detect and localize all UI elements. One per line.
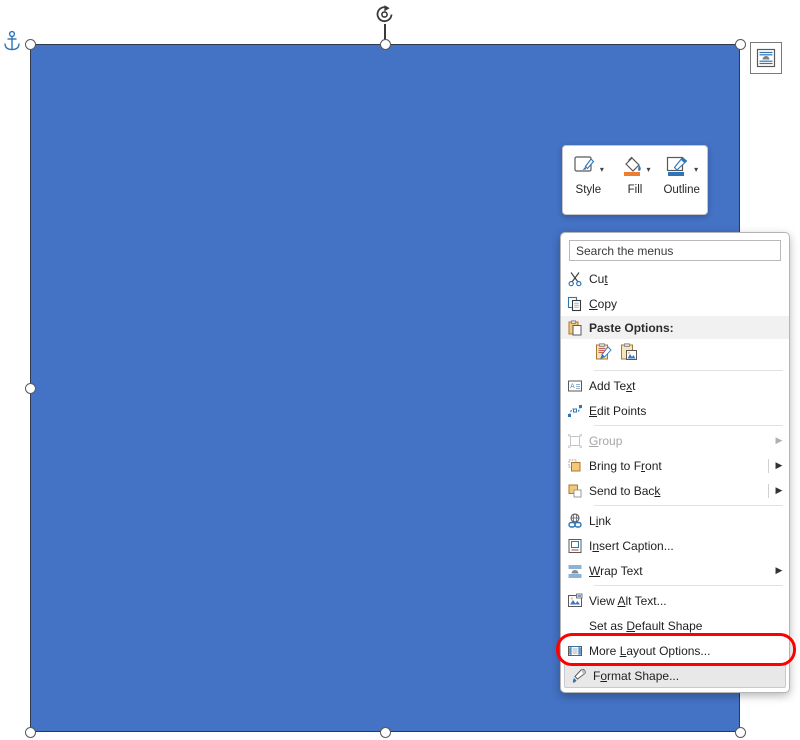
menu-item-wrap-text-label: Wrap Text [589, 563, 643, 578]
handle-middle-left[interactable] [24, 382, 36, 394]
menu-item-format-shape[interactable]: Format Shape... [564, 663, 786, 688]
shape-outline-icon [667, 156, 688, 176]
menu-item-cut[interactable]: Cut [561, 266, 789, 291]
menu-item-edit-points[interactable]: Edit Points [561, 398, 789, 423]
menu-divider [594, 370, 783, 371]
anchor-icon [2, 30, 22, 52]
shape-fill-icon [623, 156, 641, 176]
menu-item-bring-to-front[interactable]: Bring to Front ▶ [561, 453, 789, 478]
chevron-right-icon[interactable]: ▶ [773, 461, 785, 470]
handle-top-left[interactable] [24, 38, 36, 50]
more-layout-icon [561, 643, 589, 659]
menu-item-link-label: Link [589, 513, 612, 528]
menu-item-insert-caption[interactable]: Insert Caption... [561, 533, 789, 558]
document-canvas: ▾ Style ▾ Fill ▾ Outline Search the menu… [0, 0, 800, 740]
link-icon [561, 512, 589, 529]
mini-toolbar: ▾ Style ▾ Fill ▾ Outline [562, 145, 708, 215]
menu-item-bring-to-front-label: Bring to Front [589, 458, 662, 473]
handle-top-center[interactable] [379, 38, 391, 50]
menu-item-cut-label: Cut [589, 271, 608, 286]
paste-icon [561, 319, 589, 336]
menu-item-insert-caption-label: Insert Caption... [589, 538, 674, 553]
send-back-icon [561, 483, 589, 499]
handle-bottom-left[interactable] [24, 726, 36, 738]
submenu-separator [768, 458, 769, 473]
mini-toolbar-fill-label: Fill [627, 184, 643, 196]
chevron-down-icon[interactable]: ▾ [600, 166, 604, 174]
menu-item-group-label: Group [589, 433, 623, 448]
chevron-right-icon: ▶ [775, 435, 783, 445]
menu-item-add-text[interactable]: A Add Text [561, 373, 789, 398]
bring-front-icon [561, 458, 589, 474]
chevron-down-icon[interactable]: ▾ [694, 166, 698, 174]
edit-points-icon [561, 403, 589, 419]
menu-item-send-to-back[interactable]: Send to Back ▶ [561, 478, 789, 503]
mini-toolbar-outline-label: Outline [663, 184, 700, 196]
mini-toolbar-fill-button[interactable]: ▾ Fill [612, 152, 659, 196]
handle-top-right[interactable] [734, 38, 746, 50]
menu-item-view-alt-text-label: View Alt Text... [589, 593, 667, 608]
menu-item-paste-options-label: Paste Options: [589, 320, 674, 335]
paste-option-keep-source-formatting[interactable] [594, 342, 613, 365]
menu-item-copy[interactable]: Copy [561, 291, 789, 316]
menu-item-set-as-default-shape-label: Set as Default Shape [589, 618, 703, 633]
layout-options-button[interactable] [750, 42, 782, 74]
menu-item-more-layout-options[interactable]: More Layout Options... [561, 638, 789, 663]
group-icon [561, 433, 589, 449]
copy-icon [561, 296, 589, 312]
cut-icon [561, 271, 589, 287]
search-input[interactable]: Search the menus [569, 240, 781, 261]
insert-caption-icon [561, 538, 589, 554]
menu-item-view-alt-text[interactable]: View Alt Text... [561, 588, 789, 613]
handle-bottom-right[interactable] [734, 726, 746, 738]
handle-bottom-center[interactable] [379, 726, 391, 738]
menu-item-more-layout-options-label: More Layout Options... [589, 643, 711, 658]
submenu-separator [768, 483, 769, 498]
menu-item-wrap-text[interactable]: Wrap Text ▶ [561, 558, 789, 583]
menu-item-paste-options-header: Paste Options: [561, 316, 789, 339]
paste-options-row [561, 339, 789, 368]
shape-style-icon [574, 156, 595, 172]
menu-item-format-shape-label: Format Shape... [593, 668, 680, 683]
menu-item-copy-label: Copy [589, 296, 618, 311]
menu-item-group: Group ▶ [561, 428, 789, 453]
menu-divider [594, 585, 783, 586]
menu-item-set-as-default-shape[interactable]: Set as Default Shape [561, 613, 789, 638]
layout-options-icon [756, 48, 776, 68]
svg-text:A: A [570, 382, 575, 389]
mini-toolbar-style-label: Style [575, 184, 602, 196]
mini-toolbar-outline-button[interactable]: ▾ Outline [658, 152, 705, 196]
menu-item-edit-points-label: Edit Points [589, 403, 647, 418]
alt-text-icon [561, 593, 589, 609]
rotate-icon[interactable] [373, 2, 397, 26]
menu-item-add-text-label: Add Text [589, 378, 636, 393]
chevron-down-icon[interactable]: ▾ [647, 166, 651, 174]
menu-item-link[interactable]: Link [561, 508, 789, 533]
chevron-right-icon[interactable]: ▶ [773, 566, 785, 575]
menu-divider [594, 425, 783, 426]
wrap-text-icon [561, 563, 589, 579]
menu-divider [594, 505, 783, 506]
chevron-right-icon[interactable]: ▶ [773, 486, 785, 495]
shape-context-menu: Search the menus Cut Copy Paste Options:… [560, 232, 790, 693]
format-shape-icon [565, 668, 593, 684]
add-text-icon: A [561, 378, 589, 394]
menu-item-send-to-back-label: Send to Back [589, 483, 661, 498]
mini-toolbar-style-button[interactable]: ▾ Style [565, 152, 612, 196]
search-input-placeholder: Search the menus [576, 243, 674, 258]
paste-option-picture[interactable] [619, 342, 638, 365]
